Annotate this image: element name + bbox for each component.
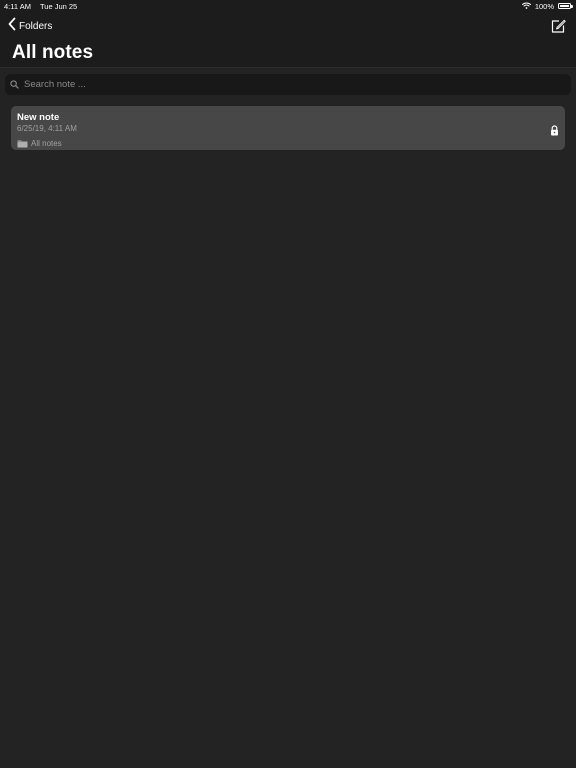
wifi-icon (521, 2, 531, 11)
folder-icon (17, 135, 28, 153)
search-box[interactable] (5, 74, 571, 95)
note-list-item[interactable]: New note 6/25/19, 4:11 AM All notes (11, 106, 565, 150)
back-button-label: Folders (19, 20, 53, 32)
navigation-header: Folders All notes (0, 12, 576, 68)
note-date: 6/25/19, 4:11 AM (17, 124, 77, 133)
battery-icon (558, 2, 573, 10)
back-to-folders-button[interactable]: Folders (8, 17, 53, 36)
notes-screen: 4:11 AM Tue Jun 25 100% Folders All note… (0, 0, 576, 768)
page-title: All notes (12, 42, 94, 63)
compose-icon (550, 19, 566, 38)
search-input[interactable] (24, 79, 544, 90)
status-time: 4:11 AM (4, 1, 31, 11)
lock-icon (550, 123, 559, 136)
note-folder: All notes (17, 135, 62, 153)
status-date: Tue Jun 25 (39, 1, 78, 11)
note-folder-label: All notes (31, 139, 62, 148)
status-bar: 4:11 AM Tue Jun 25 100% (0, 0, 576, 12)
chevron-left-icon (8, 17, 16, 36)
compose-note-button[interactable] (550, 18, 566, 34)
note-title: New note (17, 112, 60, 123)
battery-percent: 100% (534, 1, 554, 11)
status-right: 100% (521, 1, 573, 11)
search-icon (10, 76, 19, 94)
status-left: 4:11 AM Tue Jun 25 (4, 2, 77, 11)
